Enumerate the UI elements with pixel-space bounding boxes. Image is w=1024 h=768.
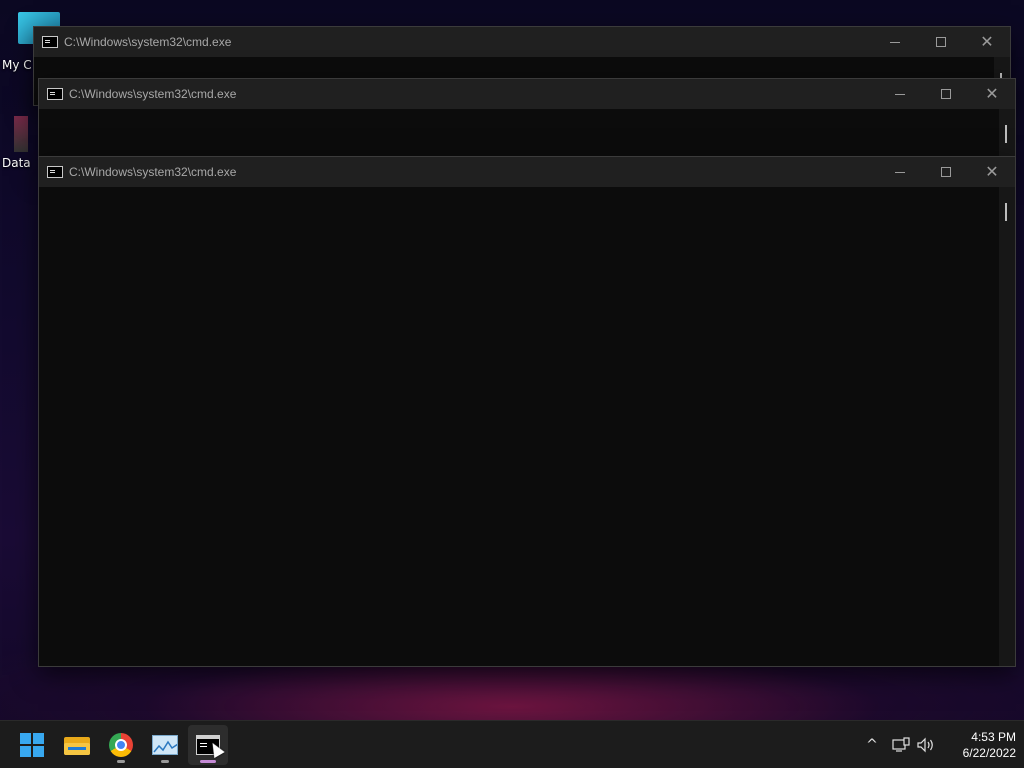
window-titlebar[interactable]: C:\Windows\system32\cmd.exe ✕ <box>39 157 1015 187</box>
database-icon <box>14 116 28 152</box>
minimize-button[interactable] <box>872 27 918 57</box>
speaker-icon <box>917 737 933 753</box>
taskbar-resource-monitor[interactable] <box>145 725 185 765</box>
scrollbar-thumb[interactable] <box>1005 203 1007 221</box>
window-controls: ✕ <box>877 157 1015 187</box>
window-controls: ✕ <box>872 27 1010 57</box>
desktop-icon-label: Data <box>2 156 31 170</box>
minimize-icon <box>895 171 905 173</box>
minimize-icon <box>890 41 900 43</box>
taskbar-chrome[interactable] <box>101 725 141 765</box>
close-button[interactable]: ✕ <box>969 79 1015 109</box>
close-button[interactable]: ✕ <box>969 157 1015 187</box>
windows-start-icon <box>20 733 44 757</box>
cmd-app-icon <box>42 36 58 48</box>
maximize-icon <box>936 37 946 47</box>
maximize-button[interactable] <box>923 157 969 187</box>
cmd-app-icon <box>47 166 63 178</box>
clock-time: 4:53 PM <box>971 730 1016 744</box>
network-button[interactable] <box>890 721 912 768</box>
taskbar-file-explorer[interactable] <box>57 725 97 765</box>
taskbar: ^ 4:53 PM 6/22/2022 <box>0 720 1024 768</box>
window-title: C:\Windows\system32\cmd.exe <box>69 165 237 179</box>
folder-icon <box>64 735 90 755</box>
clock-date: 6/22/2022 <box>962 746 1016 760</box>
close-icon: ✕ <box>985 162 999 181</box>
volume-button[interactable] <box>915 721 937 768</box>
chrome-icon <box>109 733 133 757</box>
maximize-icon <box>941 89 951 99</box>
close-icon: ✕ <box>980 32 994 51</box>
monitor-chart-icon <box>152 735 178 755</box>
scrollbar[interactable] <box>999 187 1015 666</box>
window-title: C:\Windows\system32\cmd.exe <box>64 35 232 49</box>
cmd-window-2[interactable]: C:\Windows\system32\cmd.exe ✕ <box>38 78 1016 168</box>
close-button[interactable]: ✕ <box>964 27 1010 57</box>
network-icon <box>892 737 910 752</box>
maximize-button[interactable] <box>923 79 969 109</box>
chevron-up-icon: ^ <box>866 737 878 753</box>
cmd-app-icon <box>47 88 63 100</box>
running-indicator <box>117 760 125 763</box>
cmd-window-3[interactable]: C:\Windows\system32\cmd.exe ✕ <box>38 156 1016 667</box>
minimize-button[interactable] <box>877 157 923 187</box>
minimize-button[interactable] <box>877 79 923 109</box>
clock-button[interactable]: 4:53 PM 6/22/2022 <box>940 721 1016 768</box>
window-titlebar[interactable]: C:\Windows\system32\cmd.exe ✕ <box>34 27 1010 57</box>
running-indicator <box>161 760 169 763</box>
maximize-button[interactable] <box>918 27 964 57</box>
active-indicator <box>200 760 216 763</box>
window-title: C:\Windows\system32\cmd.exe <box>69 87 237 101</box>
close-icon: ✕ <box>985 84 999 103</box>
maximize-icon <box>941 167 951 177</box>
window-controls: ✕ <box>877 79 1015 109</box>
show-hidden-icons-button[interactable]: ^ <box>860 721 884 768</box>
window-titlebar[interactable]: C:\Windows\system32\cmd.exe ✕ <box>39 79 1015 109</box>
start-button[interactable] <box>12 725 52 765</box>
console-output[interactable] <box>39 187 999 666</box>
desktop-icon-label: My C <box>2 58 32 72</box>
minimize-icon <box>895 93 905 95</box>
scrollbar-thumb[interactable] <box>1005 125 1007 143</box>
